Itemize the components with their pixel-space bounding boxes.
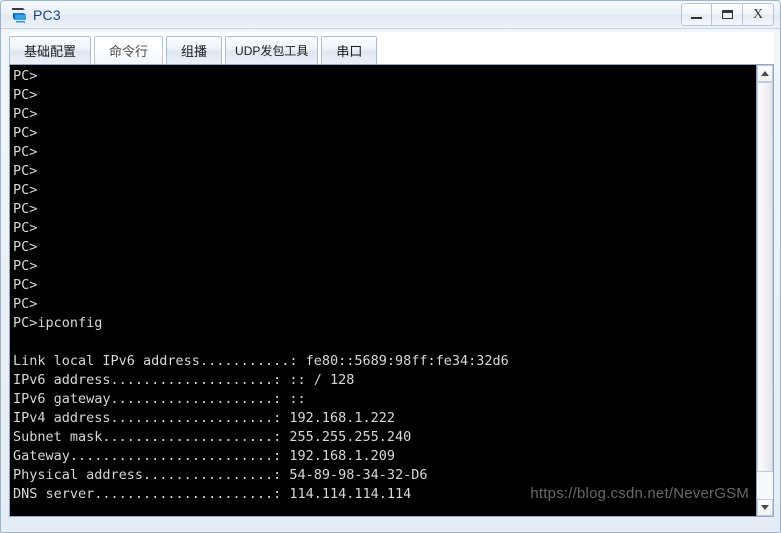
minimize-button[interactable]: [681, 3, 712, 26]
scrollbar-track[interactable]: [757, 82, 773, 499]
app-root: PC3 X 基础配置 命令行 组播 UDP发包工具 串口 PC> PC> PC> PC> PC>…: [0, 0, 781, 533]
terminal-line: PC>: [13, 220, 38, 236]
tab-3[interactable]: UDP发包工具: [225, 36, 319, 64]
tab-strip: 基础配置 命令行 组播 UDP发包工具 串口: [9, 32, 774, 64]
terminal-line: PC>: [13, 296, 38, 312]
terminal-panel: PC> PC> PC> PC> PC> PC> PC> PC> PC> PC> PC> PC> PC> P…: [9, 64, 774, 517]
pc-console-window: PC3 X 基础配置 命令行 组播 UDP发包工具 串口 PC> PC> PC> PC> PC>…: [0, 0, 781, 533]
title-bar[interactable]: PC3 X: [1, 1, 780, 29]
maximize-button[interactable]: [712, 3, 743, 26]
terminal-output[interactable]: PC> PC> PC> PC> PC> PC> PC> PC> PC> PC> PC> PC> PC> P…: [10, 65, 756, 516]
pc-device-icon: [9, 5, 29, 25]
terminal-line: PC>: [13, 258, 38, 274]
terminal-line: PC>: [13, 144, 38, 160]
tab-0[interactable]: 基础配置: [9, 36, 92, 64]
terminal-line: Physical address................: 54-89-…: [13, 467, 428, 483]
terminal-line: Subnet mask.....................: 255.25…: [13, 429, 412, 445]
terminal-line: PC>: [13, 277, 38, 293]
close-button[interactable]: X: [743, 3, 774, 26]
terminal-line: IPv6 gateway....................: ::: [13, 391, 306, 407]
scroll-down-button[interactable]: [757, 499, 773, 516]
scrollbar-thumb[interactable]: [757, 82, 773, 472]
terminal-line: PC>: [13, 106, 38, 122]
window-controls: X: [681, 3, 774, 26]
terminal-line: PC>ipconfig: [13, 315, 103, 331]
terminal-scrollbar[interactable]: [756, 65, 773, 516]
terminal-line: Gateway.........................: 192.16…: [13, 448, 396, 464]
tab-1[interactable]: 命令行: [94, 36, 164, 64]
window-title: PC3: [33, 7, 61, 23]
terminal-line: DNS server......................: 114.11…: [13, 486, 412, 502]
terminal-line: IPv6 address....................: :: / 1…: [13, 372, 355, 388]
terminal-line: PC>: [13, 239, 38, 255]
tab-label: UDP发包工具: [235, 44, 309, 58]
close-icon: X: [752, 6, 764, 22]
scroll-up-button[interactable]: [757, 65, 773, 82]
terminal-line: Link local IPv6 address...........: fe80…: [13, 353, 509, 369]
terminal-line: PC>: [13, 87, 38, 103]
tab-2[interactable]: 组播: [166, 36, 223, 64]
terminal-line: IPv4 address....................: 192.16…: [13, 410, 396, 426]
maximize-icon: [721, 10, 733, 19]
tab-label: 串口: [336, 44, 363, 59]
terminal-line: PC>: [13, 182, 38, 198]
tab-label: 基础配置: [24, 44, 77, 59]
scroll-up-icon: [761, 71, 769, 76]
scroll-down-icon: [761, 505, 769, 510]
terminal-line: PC>: [13, 201, 38, 217]
terminal-line: PC>: [13, 125, 38, 141]
tab-label: 组播: [181, 44, 208, 59]
tab-4[interactable]: 串口: [321, 36, 378, 64]
tab-label: 命令行: [109, 44, 149, 59]
terminal-line: PC>: [13, 68, 38, 84]
terminal-line: PC>: [13, 163, 38, 179]
minimize-icon: [691, 17, 702, 19]
